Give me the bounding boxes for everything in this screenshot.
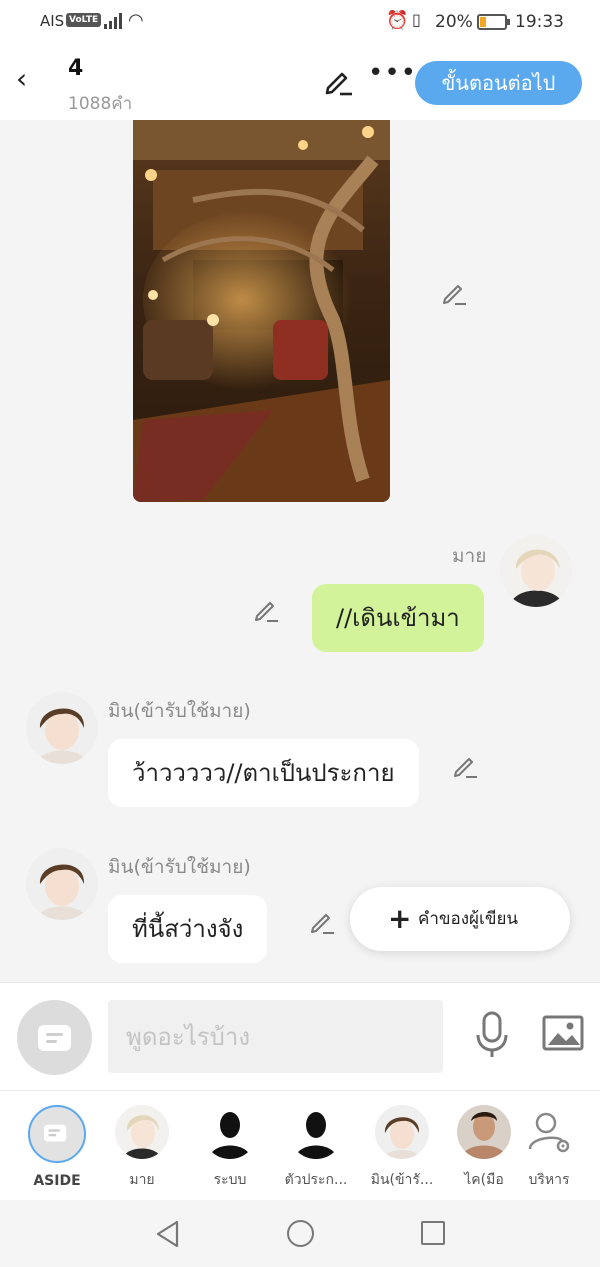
avatar <box>375 1105 429 1159</box>
plus-icon: + <box>388 902 412 935</box>
avatar[interactable] <box>500 535 572 607</box>
avatar[interactable] <box>26 848 98 920</box>
aside-avatar <box>28 1105 86 1163</box>
image-upload-icon[interactable] <box>542 1015 584 1051</box>
system-nav-bar <box>0 1200 600 1267</box>
speaker-name: มาย <box>452 545 487 567</box>
edit-message-icon[interactable] <box>252 595 280 623</box>
character-name: ตัวประก... <box>284 1172 348 1188</box>
signal-icon <box>104 13 124 29</box>
edit-message-icon[interactable] <box>451 751 479 779</box>
input-bar <box>0 982 600 1090</box>
author-note-label: คำของผู้เขียน <box>418 909 519 929</box>
silhouette-icon <box>203 1105 257 1159</box>
character-name: มิน(ข้ารั... <box>370 1172 434 1188</box>
manage-user-icon <box>522 1105 576 1159</box>
nav-recents-icon[interactable] <box>421 1221 445 1245</box>
message-bubble[interactable]: ที่นี้สว่างจัง <box>108 895 268 963</box>
speaker-name: มิน(ข้ารับใช้มาย) <box>108 700 251 722</box>
chat-area: มาย //เดินเข้ามา มิน(ข้ารับใช้มาย) ว้าวว… <box>0 120 600 982</box>
author-note-button[interactable]: + คำของผู้เขียน <box>350 887 570 951</box>
character-name: บริหาร <box>528 1172 570 1188</box>
battery-icon <box>477 14 510 30</box>
message-input[interactable] <box>108 1000 443 1073</box>
character-item[interactable]: มาย <box>102 1105 182 1191</box>
back-icon[interactable]: ‹ <box>16 64 40 94</box>
nav-home-icon[interactable] <box>287 1220 314 1247</box>
clock: 19:33 <box>515 12 564 32</box>
character-strip: ASIDE มาย ระบบ ตัวประก... มิน(ข้ารั... ไ… <box>0 1090 600 1200</box>
silhouette-icon <box>289 1105 343 1159</box>
wifi-icon: ◠ <box>128 10 144 31</box>
vibrate-icon: ▯ <box>412 10 421 29</box>
more-options-icon[interactable]: ••• <box>368 58 417 88</box>
battery-percent: 20% <box>435 12 473 32</box>
mic-icon[interactable] <box>474 1011 510 1059</box>
carrier-label: AIS <box>40 12 65 30</box>
chapter-title: 4 <box>68 56 84 81</box>
avatar <box>457 1105 511 1159</box>
aside-toggle-button[interactable] <box>17 1000 92 1075</box>
avatar <box>115 1105 169 1159</box>
next-step-button[interactable]: ขั้นตอนต่อไป <box>415 61 582 105</box>
alarm-icon: ⏰ <box>386 10 409 31</box>
aside-icon <box>38 1025 71 1051</box>
manage-characters-button[interactable]: บริหาร <box>509 1105 589 1191</box>
character-name: ระบบ <box>213 1172 247 1188</box>
word-count: 1088คำ <box>68 94 133 114</box>
edit-message-icon[interactable] <box>308 907 336 935</box>
nav-back-icon[interactable] <box>155 1220 181 1252</box>
status-bar: AIS VoLTE ◠ ⏰ ▯ 20% 19:33 <box>0 0 600 44</box>
speaker-name: มิน(ข้ารับใช้มาย) <box>108 856 251 878</box>
story-image[interactable] <box>133 120 390 502</box>
edit-icon[interactable] <box>322 64 354 96</box>
character-item[interactable]: ระบบ <box>190 1105 270 1191</box>
volte-badge: VoLTE <box>66 13 102 27</box>
top-bar: ‹ 4 1088คำ ••• ขั้นตอนต่อไป <box>0 44 600 120</box>
message-bubble[interactable]: ว้าววววว//ตาเป็นประกาย <box>108 739 419 807</box>
character-aside[interactable]: ASIDE <box>17 1105 97 1189</box>
avatar[interactable] <box>26 692 98 764</box>
message-bubble[interactable]: //เดินเข้ามา <box>312 584 484 652</box>
character-name: ASIDE <box>33 1173 81 1189</box>
edit-image-icon[interactable] <box>440 278 468 306</box>
character-item[interactable]: มิน(ข้ารั... <box>362 1105 442 1191</box>
character-name: มาย <box>129 1172 155 1188</box>
character-item[interactable]: ตัวประก... <box>276 1105 356 1191</box>
